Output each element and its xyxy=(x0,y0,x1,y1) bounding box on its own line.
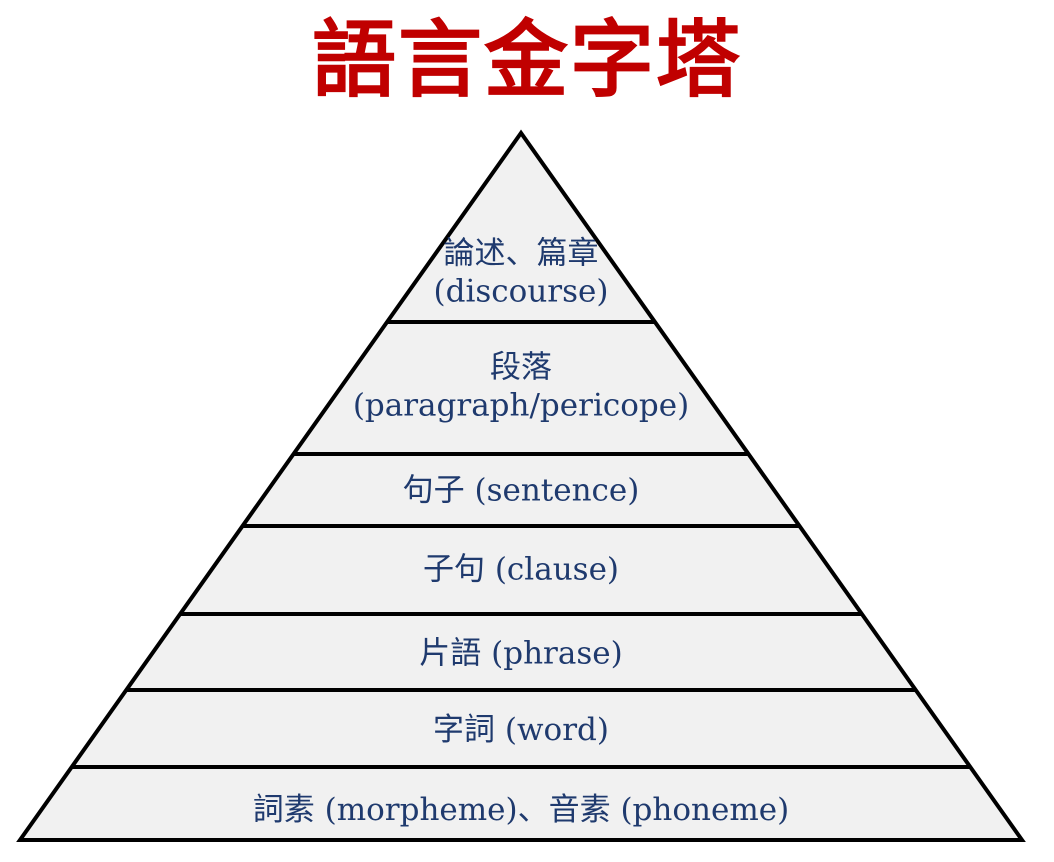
pyramid-level-label: 片語 (phrase) xyxy=(419,636,622,672)
pyramid-diagram: 論述、篇章(discourse) 段落(paragraph/pericope) 句子… xyxy=(16,129,1026,842)
pyramid-level-label: 詞素 (morpheme)、音素 (phoneme) xyxy=(253,792,789,828)
pyramid-level-label: 字詞 (word) xyxy=(433,712,609,748)
pyramid-level-label: 子句 (clause) xyxy=(423,552,619,588)
language-pyramid-figure: 語言金字塔 論述、篇章 (discourse) 段落 (paragraph/peric… xyxy=(0,0,1054,862)
pyramid-level-label: 論述、篇章 xyxy=(444,236,599,272)
pyramid-level-label: 段落 xyxy=(490,350,552,386)
pyramid-level-label: (discourse) xyxy=(434,274,609,310)
pyramid-level-label: 句子 (sentence) xyxy=(403,473,640,509)
pyramid-level-label: (paragraph/pericope) xyxy=(353,388,689,424)
